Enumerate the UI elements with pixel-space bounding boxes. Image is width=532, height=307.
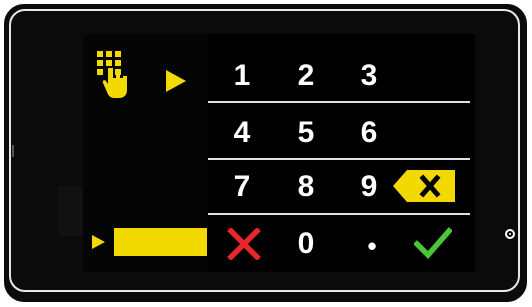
keypad-hand-icon <box>97 51 127 98</box>
play-arrow-icon <box>166 70 186 92</box>
confirm-checkmark-icon[interactable] <box>414 227 452 259</box>
entry-pointer-icon <box>92 235 105 249</box>
key-9[interactable]: 9 <box>349 172 389 202</box>
side-button <box>12 145 14 157</box>
backspace-icon[interactable] <box>393 170 455 202</box>
key-decimal[interactable]: • <box>352 233 392 259</box>
camera-icon <box>505 229 515 239</box>
pin-entry-field[interactable] <box>114 228 207 256</box>
key-8[interactable]: 8 <box>286 172 326 202</box>
key-5[interactable]: 5 <box>286 118 326 148</box>
key-0[interactable]: 0 <box>286 229 326 259</box>
key-7[interactable]: 7 <box>222 172 262 202</box>
key-2[interactable]: 2 <box>286 61 326 91</box>
key-1[interactable]: 1 <box>222 61 262 91</box>
screen-edge-shadow <box>58 186 83 236</box>
row-divider <box>208 101 470 103</box>
row-divider <box>208 158 470 160</box>
row-divider <box>208 213 470 215</box>
key-4[interactable]: 4 <box>222 118 262 148</box>
cancel-cross-icon[interactable] <box>227 228 261 260</box>
key-6[interactable]: 6 <box>349 118 389 148</box>
key-3[interactable]: 3 <box>349 61 389 91</box>
